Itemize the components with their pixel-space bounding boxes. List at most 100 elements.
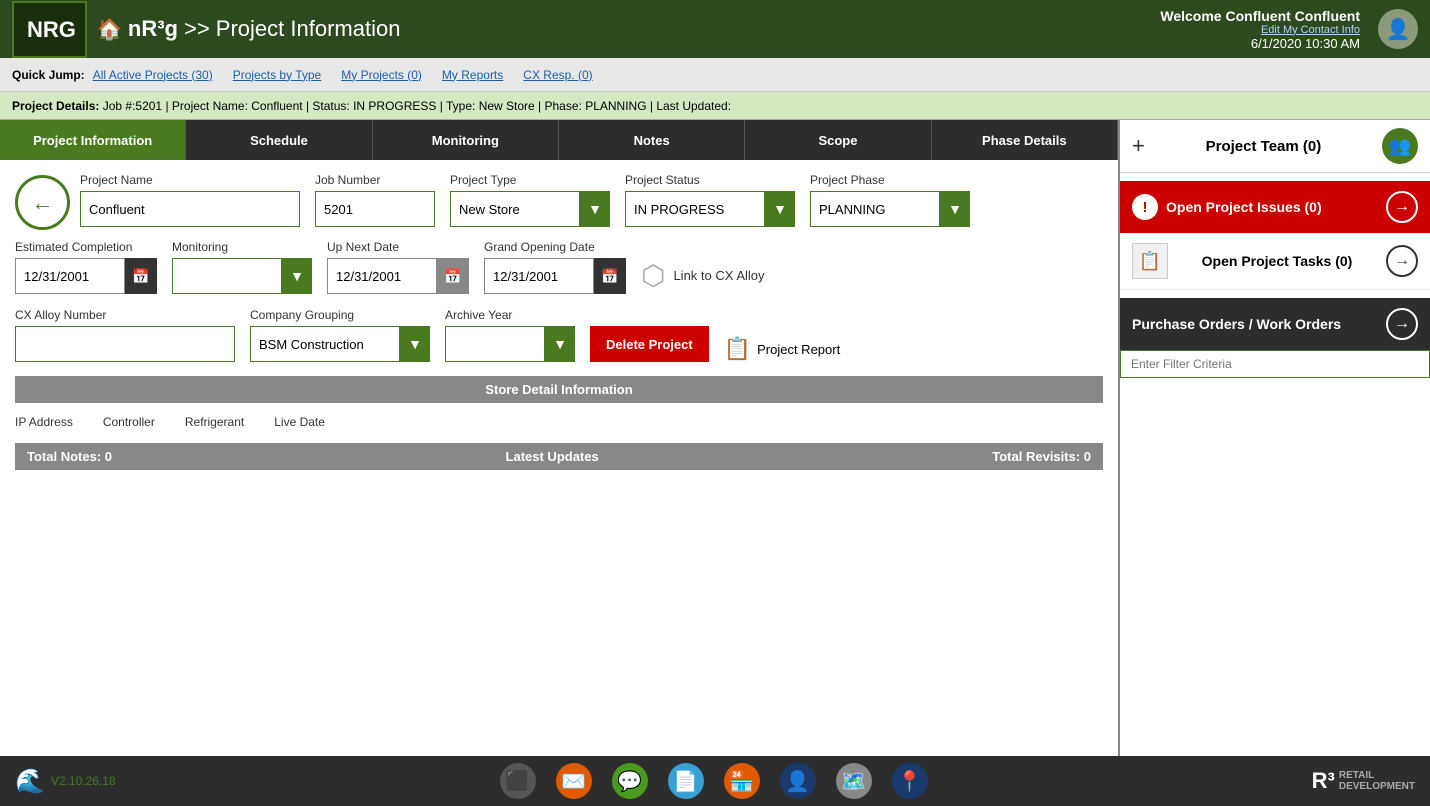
delete-project-button[interactable]: Delete Project bbox=[590, 326, 709, 362]
project-details-label: Project Details: bbox=[12, 99, 99, 113]
tab-bar: Project Information Schedule Monitoring … bbox=[0, 120, 1118, 160]
page-title: >> Project Information bbox=[184, 16, 400, 42]
archive-year-group: Archive Year 2020 2021 2022 ▼ bbox=[445, 308, 575, 362]
summary-bar: Total Notes: 0 Latest Updates Total Revi… bbox=[15, 443, 1103, 470]
po-title: Purchase Orders / Work Orders bbox=[1132, 316, 1341, 332]
taskbar-store-icon[interactable]: 🏪 bbox=[724, 763, 760, 799]
cx-alloy-input[interactable] bbox=[15, 326, 235, 362]
tab-scope[interactable]: Scope bbox=[745, 120, 931, 160]
open-tasks-label: Open Project Tasks (0) bbox=[1202, 253, 1353, 269]
project-phase-group: Project Phase PLANNING DESIGN CONSTRUCTI… bbox=[810, 173, 970, 227]
tab-monitoring[interactable]: Monitoring bbox=[373, 120, 559, 160]
company-grouping-select-container: BSM Construction Other ▼ bbox=[250, 326, 430, 362]
up-next-date-calendar-btn[interactable]: 📅 bbox=[437, 258, 469, 294]
taskbar-map-icon[interactable]: 🗺️ bbox=[836, 763, 872, 799]
project-type-select[interactable]: New Store Remodel Service bbox=[450, 191, 580, 227]
issue-exclamation-icon: ! bbox=[1132, 194, 1158, 220]
open-issues-label: Open Project Issues (0) bbox=[1166, 199, 1322, 215]
estimated-completion-input[interactable] bbox=[15, 258, 125, 294]
project-name-input[interactable] bbox=[80, 191, 300, 227]
project-name-label: Project Name bbox=[80, 173, 300, 187]
taskbar-icon-1[interactable]: ⬛ bbox=[500, 763, 536, 799]
project-details-text: Job #:5201 | Project Name: Confluent | S… bbox=[103, 99, 731, 113]
taskbar-doc-icon[interactable]: 📄 bbox=[668, 763, 704, 799]
job-number-group: Job Number bbox=[315, 173, 435, 227]
r3-retail-logo: R³ RETAIL DEVELOPMENT bbox=[1312, 768, 1415, 794]
taskbar-chat-icon[interactable]: 💬 bbox=[612, 763, 648, 799]
open-tasks-button[interactable]: 📋 Open Project Tasks (0) → bbox=[1120, 233, 1430, 290]
nav-my-projects[interactable]: My Projects (0) bbox=[341, 68, 422, 82]
nav-all-active[interactable]: All Active Projects (30) bbox=[93, 68, 213, 82]
svg-text:NRG: NRG bbox=[27, 17, 76, 42]
cx-alloy-link-group: ⬡ Link to CX Alloy bbox=[641, 259, 765, 294]
app-header: NRG 🏠 nR³g >> Project Information Welcom… bbox=[0, 0, 1430, 58]
taskbar-email-icon[interactable]: ✉️ bbox=[556, 763, 592, 799]
po-filter-input[interactable] bbox=[1120, 350, 1430, 378]
tab-phase-details[interactable]: Phase Details bbox=[932, 120, 1118, 160]
total-notes: Total Notes: 0 bbox=[27, 449, 112, 464]
main-layout: Project Information Schedule Monitoring … bbox=[0, 120, 1430, 756]
project-status-group: Project Status IN PROGRESS COMPLETE ON H… bbox=[625, 173, 795, 227]
po-section: Purchase Orders / Work Orders → bbox=[1120, 298, 1430, 378]
project-status-select[interactable]: IN PROGRESS COMPLETE ON HOLD bbox=[625, 191, 765, 227]
project-phase-arrow[interactable]: ▼ bbox=[940, 191, 970, 227]
up-next-date-label: Up Next Date bbox=[327, 240, 469, 254]
taskbar-location-icon[interactable]: 📍 bbox=[892, 763, 928, 799]
refrigerant-label: Refrigerant bbox=[185, 415, 244, 429]
grand-opening-input[interactable] bbox=[484, 258, 594, 294]
project-type-arrow[interactable]: ▼ bbox=[580, 191, 610, 227]
datetime: 6/1/2020 10:30 AM bbox=[1160, 36, 1360, 51]
live-date-label: Live Date bbox=[274, 415, 325, 429]
project-name-group: Project Name bbox=[80, 173, 300, 227]
monitoring-select[interactable]: Option 1 bbox=[172, 258, 282, 294]
up-next-date-input[interactable] bbox=[327, 258, 437, 294]
right-panel: + Project Team (0) 👥 ! Open Project Issu… bbox=[1120, 120, 1430, 756]
project-phase-select[interactable]: PLANNING DESIGN CONSTRUCTION bbox=[810, 191, 940, 227]
grand-opening-calendar-btn[interactable]: 📅 bbox=[594, 258, 626, 294]
estimated-completion-calendar-btn[interactable]: 📅 bbox=[125, 258, 157, 294]
project-type-label: Project Type bbox=[450, 173, 610, 187]
nav-projects-by-type[interactable]: Projects by Type bbox=[233, 68, 322, 82]
tab-schedule[interactable]: Schedule bbox=[186, 120, 372, 160]
navbar: Quick Jump: All Active Projects (30) Pro… bbox=[0, 58, 1430, 92]
archive-year-select[interactable]: 2020 2021 2022 bbox=[445, 326, 545, 362]
monitoring-label: Monitoring bbox=[172, 240, 312, 254]
taskbar-user-icon[interactable]: 👤 bbox=[780, 763, 816, 799]
company-grouping-arrow[interactable]: ▼ bbox=[400, 326, 430, 362]
back-button[interactable]: ← bbox=[15, 175, 70, 230]
job-number-input[interactable] bbox=[315, 191, 435, 227]
add-team-button[interactable]: + bbox=[1132, 133, 1145, 159]
version-info: 🌊 V2.10.26.18 bbox=[15, 767, 116, 796]
ip-address-label: IP Address bbox=[15, 415, 73, 429]
project-type-group: Project Type New Store Remodel Service ▼ bbox=[450, 173, 610, 227]
taskbar: 🌊 V2.10.26.18 ⬛ ✉️ 💬 📄 🏪 👤 🗺️ 📍 R³ RETAI… bbox=[0, 756, 1430, 806]
open-issues-button[interactable]: ! Open Project Issues (0) → bbox=[1120, 181, 1430, 233]
tab-project-information[interactable]: Project Information bbox=[0, 120, 186, 160]
open-tasks-arrow-icon: → bbox=[1386, 245, 1418, 277]
company-grouping-select[interactable]: BSM Construction Other bbox=[250, 326, 400, 362]
estimated-completion-date: 📅 bbox=[15, 258, 157, 294]
home-icon[interactable]: 🏠 bbox=[97, 17, 122, 42]
nav-cx-resp[interactable]: CX Resp. (0) bbox=[523, 68, 592, 82]
grand-opening-date: 📅 bbox=[484, 258, 626, 294]
taskbar-icons: ⬛ ✉️ 💬 📄 🏪 👤 🗺️ 📍 bbox=[500, 763, 928, 799]
monitoring-arrow[interactable]: ▼ bbox=[282, 258, 312, 294]
edit-contact-link[interactable]: Edit My Contact Info bbox=[1160, 24, 1360, 36]
back-icon: ← bbox=[32, 190, 54, 216]
cx-alloy-link-label[interactable]: Link to CX Alloy bbox=[673, 268, 764, 283]
report-icon: 📋 bbox=[724, 336, 751, 362]
project-phase-select-container: PLANNING DESIGN CONSTRUCTION ▼ bbox=[810, 191, 970, 227]
right-panel-header: + Project Team (0) 👥 bbox=[1120, 120, 1430, 173]
job-number-label: Job Number bbox=[315, 173, 435, 187]
po-header-button[interactable]: Purchase Orders / Work Orders → bbox=[1120, 298, 1430, 350]
nav-my-reports[interactable]: My Reports bbox=[442, 68, 503, 82]
tab-notes[interactable]: Notes bbox=[559, 120, 745, 160]
logo-box: NRG bbox=[12, 1, 87, 58]
tasks-icon: 📋 bbox=[1132, 243, 1168, 279]
up-next-date-date: 📅 bbox=[327, 258, 469, 294]
project-status-arrow[interactable]: ▼ bbox=[765, 191, 795, 227]
project-type-select-container: New Store Remodel Service ▼ bbox=[450, 191, 610, 227]
welcome-text: Welcome Confluent Confluent bbox=[1160, 8, 1360, 24]
archive-year-arrow[interactable]: ▼ bbox=[545, 326, 575, 362]
project-report-group[interactable]: 📋 Project Report bbox=[724, 336, 841, 362]
